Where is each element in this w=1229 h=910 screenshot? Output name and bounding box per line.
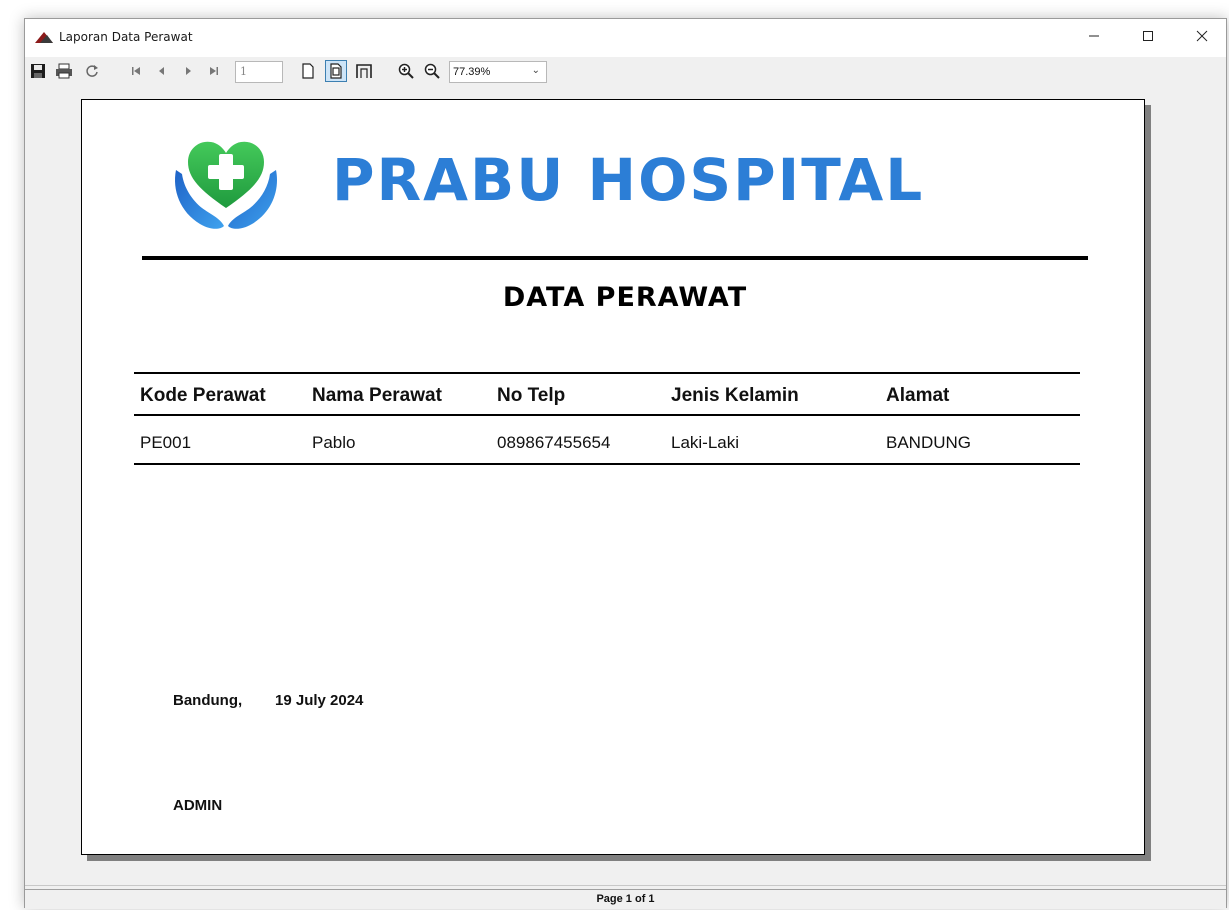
cell-nama: Pablo: [312, 433, 356, 452]
last-page-icon: [210, 67, 218, 75]
column-header-nama: Nama Perawat: [312, 385, 442, 406]
table-bottom-rule: [134, 463, 1080, 465]
minimize-icon: [1089, 35, 1099, 37]
report-title: DATA PERAWAT: [502, 282, 748, 313]
table-header-rule: [134, 414, 1080, 416]
status-bar: Page 1 of 1: [25, 885, 1226, 909]
page-number-input[interactable]: 1: [235, 61, 283, 83]
cell-telp: 089867455654: [497, 433, 611, 452]
signature-place: Bandung,: [173, 692, 243, 709]
first-page-icon: [132, 67, 140, 75]
column-header-kode: Kode Perawat: [140, 385, 266, 406]
previous-page-icon: [159, 67, 164, 75]
full-page-button[interactable]: [325, 60, 347, 82]
column-header-jenis-kelamin: Jenis Kelamin: [671, 385, 799, 406]
page-width-icon: [356, 64, 372, 78]
actual-size-button[interactable]: [297, 60, 319, 82]
refresh-icon: [86, 65, 98, 77]
viewer-toolbar: 1 77.39% ⌄: [25, 57, 1226, 87]
next-page-button[interactable]: [177, 60, 199, 82]
zoom-in-button[interactable]: [395, 60, 417, 82]
cell-kode: PE001: [140, 433, 192, 452]
close-button[interactable]: [1179, 19, 1225, 53]
signer-name: ADMIN: [173, 797, 223, 814]
maximize-icon: [1143, 31, 1153, 41]
report-viewport[interactable]: PRABU HOSPITAL DATA PERAWAT Kode Perawat…: [25, 87, 1226, 885]
table-top-rule: [134, 372, 1080, 374]
zoom-out-button[interactable]: [421, 60, 443, 82]
next-page-icon: [186, 67, 191, 75]
window-title: Laporan Data Perawat: [59, 30, 193, 44]
minimize-button[interactable]: [1071, 19, 1117, 53]
cell-jenis-kelamin: Laki-Laki: [671, 433, 740, 452]
title-bar: Laporan Data Perawat: [25, 19, 1226, 57]
page-info: Page 1 of 1: [596, 893, 655, 905]
previous-page-button[interactable]: [151, 60, 173, 82]
close-icon: [1196, 30, 1208, 42]
report-viewer-window: Laporan Data Perawat 1 77.39% ⌄ PRABU HO…: [24, 18, 1227, 909]
zoom-out-icon: [424, 63, 440, 79]
app-icon: [35, 32, 53, 43]
page-icon: [302, 63, 314, 79]
printer-icon: [56, 63, 72, 79]
first-page-button[interactable]: [125, 60, 147, 82]
page-width-button[interactable]: [353, 60, 375, 82]
report-page: PRABU HOSPITAL DATA PERAWAT Kode Perawat…: [81, 99, 1145, 855]
chevron-down-icon: ⌄: [531, 65, 540, 76]
column-header-telp: No Telp: [497, 385, 566, 406]
zoom-select[interactable]: 77.39% ⌄: [449, 61, 547, 83]
column-header-alamat: Alamat: [886, 385, 950, 406]
signature-date: 19 July 2024: [275, 692, 364, 709]
zoom-value: 77.39%: [453, 66, 491, 78]
refresh-button[interactable]: [81, 60, 103, 82]
last-page-button[interactable]: [203, 60, 225, 82]
print-button[interactable]: [53, 60, 75, 82]
cell-alamat: BANDUNG: [886, 433, 972, 452]
hospital-logo: [175, 141, 277, 229]
header-divider: [142, 256, 1088, 260]
maximize-button[interactable]: [1125, 19, 1171, 53]
zoom-in-icon: [398, 63, 414, 79]
save-button[interactable]: [27, 60, 49, 82]
floppy-disk-icon: [31, 64, 45, 78]
full-page-icon: [330, 63, 342, 79]
hospital-name: PRABU HOSPITAL: [332, 146, 925, 214]
